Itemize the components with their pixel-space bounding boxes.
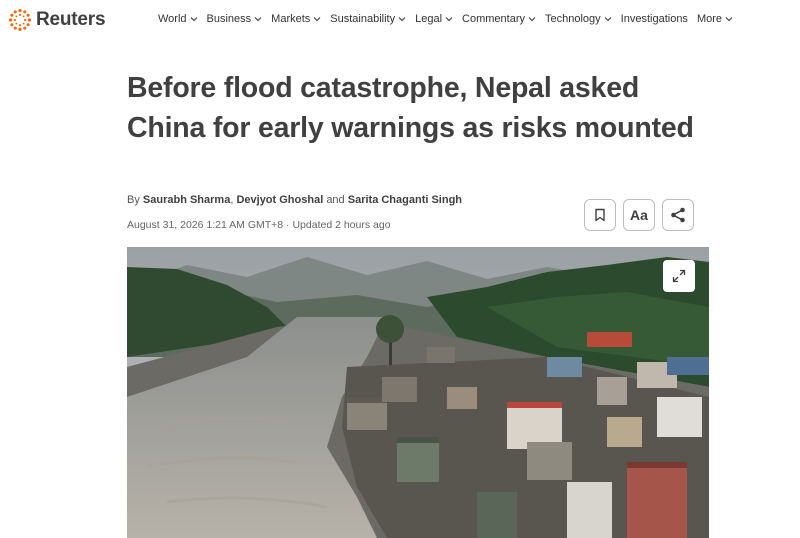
byline-separator: , [230, 194, 234, 206]
nav-item-more[interactable]: More [697, 13, 733, 25]
site-header: Reuters World Business Markets Sustainab… [0, 0, 800, 40]
article-tools: Aa [584, 199, 701, 231]
nav-item-world[interactable]: World [158, 13, 198, 25]
chevron-down-icon [254, 15, 262, 23]
author-link[interactable]: Devjyot Ghoshal [236, 194, 323, 206]
text-size-label: Aa [630, 207, 648, 223]
chevron-down-icon [604, 15, 612, 23]
nav-item-label: More [696, 13, 722, 25]
nav-item-label: Technology [545, 13, 601, 25]
author-link[interactable]: Sarita Chaganti Singh [348, 194, 462, 206]
nav-item-label: Legal [415, 13, 443, 25]
chevron-down-icon [725, 15, 733, 23]
expand-icon [672, 269, 686, 283]
nav-item-technology[interactable]: Technology [545, 13, 612, 25]
nav-item-label: Sustainability [330, 13, 396, 25]
chevron-down-icon [528, 15, 536, 23]
byline-separator: and [326, 194, 345, 206]
nav-item-label: Markets [271, 13, 311, 25]
reuters-logo[interactable]: Reuters [8, 7, 106, 33]
article-headline: Before flood catastrophe, Nepal asked Ch… [127, 72, 694, 144]
bookmark-icon [595, 208, 605, 222]
nav-item-markets[interactable]: Markets [271, 13, 321, 25]
reuters-logo-text: Reuters [36, 9, 106, 30]
share-icon [671, 207, 685, 223]
nav-item-legal[interactable]: Legal [415, 13, 453, 25]
nav-item-label: World [158, 13, 187, 25]
chevron-down-icon [313, 15, 321, 23]
main-nav: World Business Markets Sustainability Le… [158, 13, 742, 25]
share-button[interactable] [662, 199, 694, 231]
nav-item-sustainability[interactable]: Sustainability [330, 13, 406, 25]
expand-photo-button[interactable] [663, 260, 695, 292]
byline: By Saurabh Sharma, Devjyot Ghoshal and S… [127, 194, 462, 206]
chevron-down-icon [190, 15, 198, 23]
bookmark-button[interactable] [584, 199, 616, 231]
reuters-logo-icon [9, 9, 31, 31]
nav-item-label: Commentary [462, 13, 526, 25]
chevron-down-icon [398, 15, 406, 23]
article-dateline: August 31, 2026 1:21 AM GMT+8 · Updated … [127, 219, 391, 231]
nav-item-commentary[interactable]: Commentary [462, 13, 536, 25]
chevron-down-icon [445, 15, 453, 23]
nav-item-business[interactable]: Business [207, 13, 263, 25]
author-link[interactable]: Saurabh Sharma [143, 194, 230, 206]
lead-photo [127, 247, 709, 538]
nav-item-label: Business [206, 13, 252, 25]
nav-item-investigations[interactable]: Investigations [621, 13, 688, 25]
byline-prefix: By [127, 194, 140, 206]
nav-item-label: Investigations [620, 13, 688, 25]
text-size-button[interactable]: Aa [623, 199, 655, 231]
